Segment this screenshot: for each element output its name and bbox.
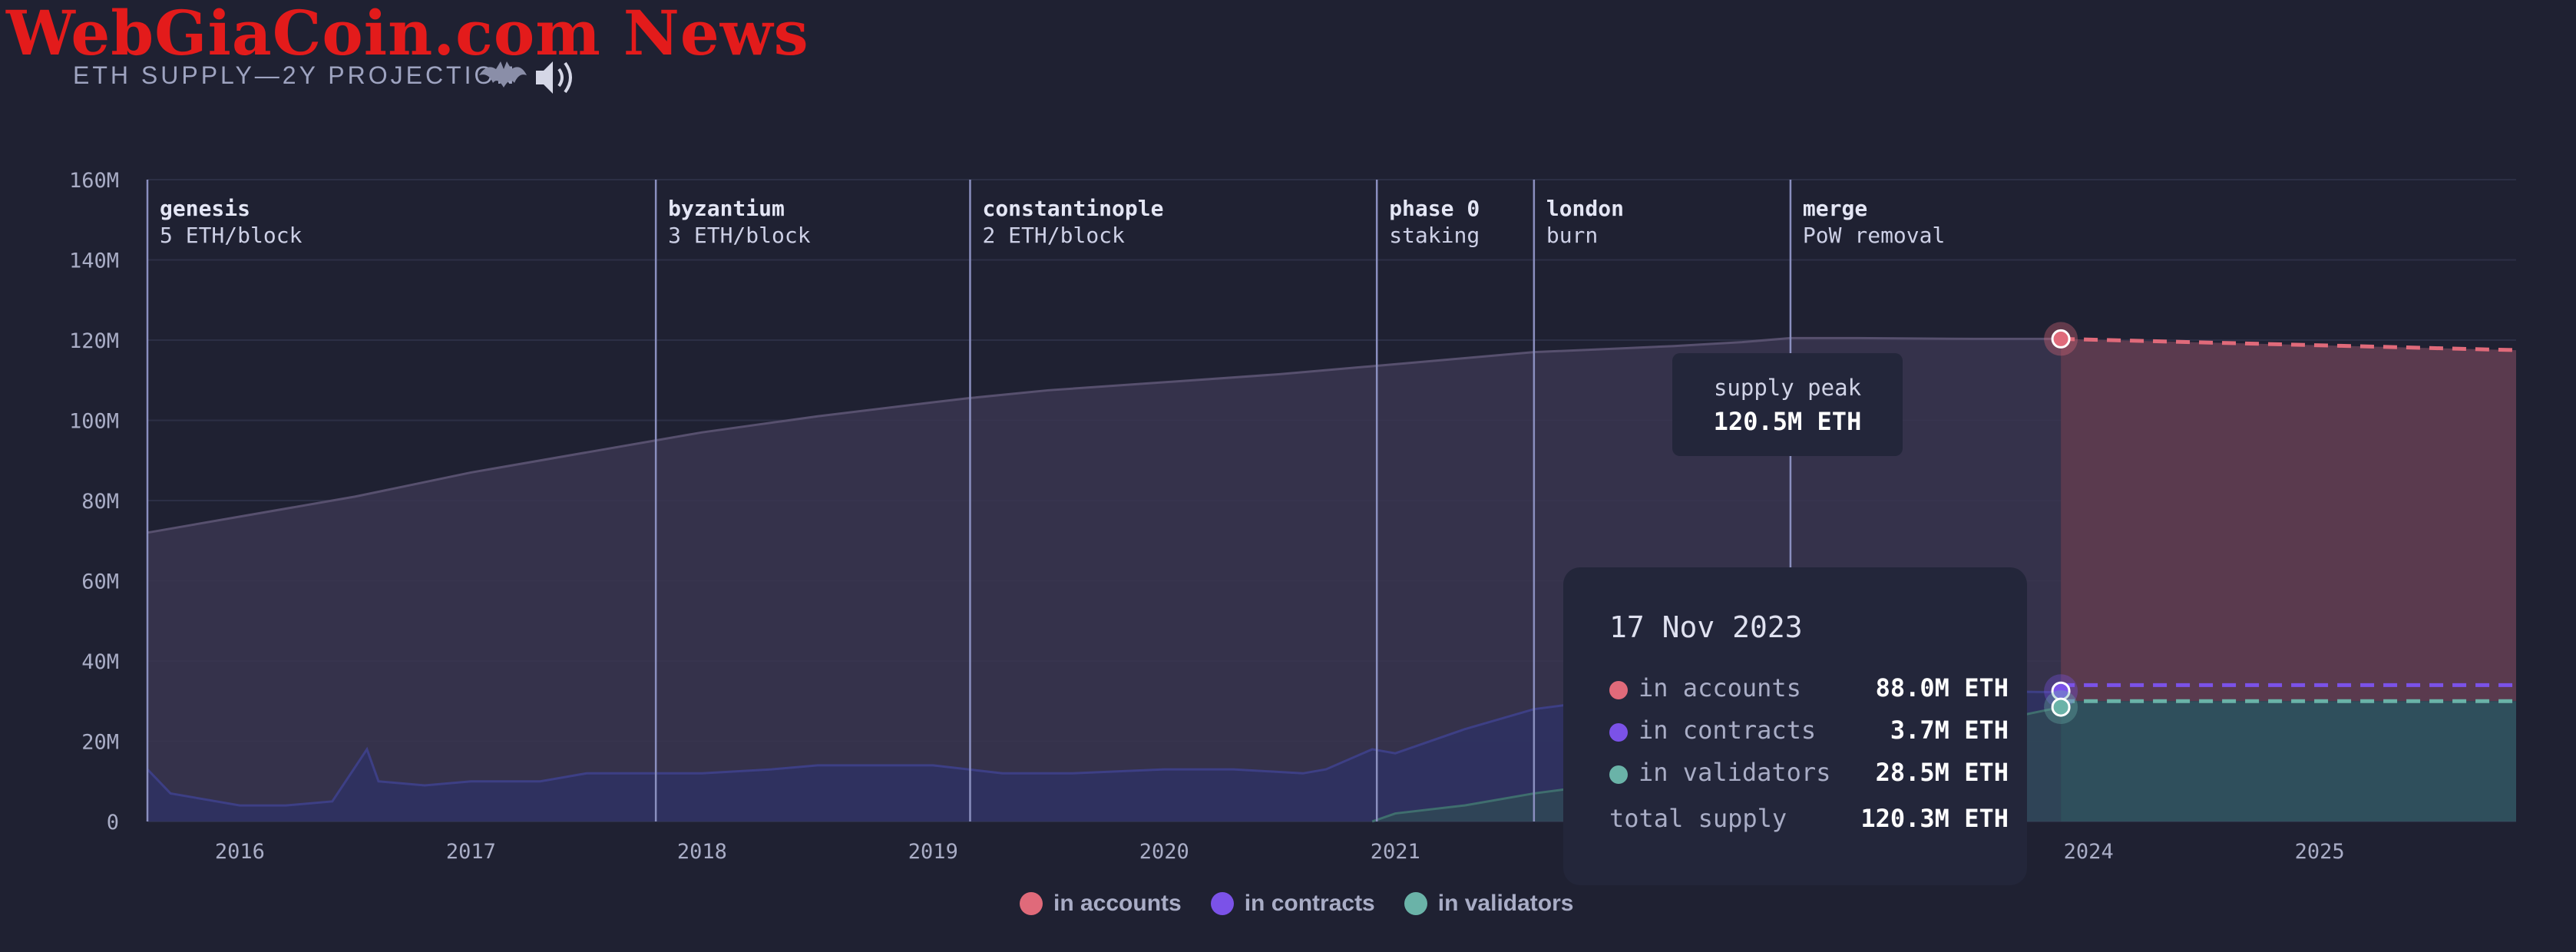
y-tick-label: 160M <box>69 169 119 193</box>
legend-label: in validators <box>1437 891 1574 916</box>
legend-label: in accounts <box>1053 891 1182 916</box>
era-subtitle: 2 ETH/block <box>982 223 1125 248</box>
tooltip-label: in validators <box>1639 758 1831 787</box>
y-tick-label: 40M <box>81 650 119 674</box>
y-tick-label: 20M <box>81 731 119 755</box>
contracts-dot-icon <box>1210 892 1234 915</box>
era-title: merge <box>1803 196 1867 221</box>
x-tick-label: 2017 <box>446 840 496 864</box>
tooltip-value: 28.5M ETH <box>1875 758 2009 787</box>
supply-peak-value: 120.5M ETH <box>1713 407 1862 436</box>
tooltip-label: in contracts <box>1639 716 1817 745</box>
x-tick-label: 2020 <box>1139 840 1189 864</box>
x-tick-label: 2018 <box>677 840 727 864</box>
tooltip-label: in accounts <box>1639 673 1801 702</box>
validators-dot-icon <box>1404 892 1427 915</box>
x-tick-label: 2019 <box>908 840 958 864</box>
accounts-dot-icon <box>1020 892 1043 915</box>
era-subtitle: PoW removal <box>1803 223 1945 248</box>
validators-dot-icon <box>1609 765 1628 784</box>
projection-accounts-area <box>2061 339 2516 702</box>
supply-peak-label: supply peak <box>1713 375 1862 401</box>
x-tick-label: 2021 <box>1371 840 1420 864</box>
tooltip-date: 17 Nov 2023 <box>1609 610 1803 644</box>
y-tick-label: 120M <box>69 329 119 353</box>
tooltip-row-contracts: in contracts 3.7M ETH <box>1609 716 2009 749</box>
legend-item-accounts[interactable]: in accounts <box>1020 891 1182 917</box>
legend-item-validators[interactable]: in validators <box>1404 891 1574 917</box>
y-tick-label: 0 <box>107 811 119 835</box>
era-subtitle: 3 ETH/block <box>668 223 811 248</box>
chart-area: genesis5 ETH/block byzantium3 ETH/block co… <box>69 169 2517 864</box>
y-tick-label: 80M <box>81 490 119 514</box>
era-subtitle: staking <box>1389 223 1480 248</box>
hover-tooltip: 17 Nov 2023 in accounts 88.0M ETH in con… <box>1563 567 2027 885</box>
accounts-dot-icon <box>1609 681 1628 699</box>
legend-item-contracts[interactable]: in contracts <box>1210 891 1375 917</box>
y-tick-label: 60M <box>81 570 119 594</box>
y-tick-label: 140M <box>69 250 119 273</box>
x-tick-label: 2016 <box>215 840 265 864</box>
tooltip-total-label: total supply <box>1609 804 1787 833</box>
legend-label: in contracts <box>1244 891 1375 916</box>
projection-validators-area <box>2061 701 2516 821</box>
current-point <box>2051 697 2071 717</box>
chart-legend: in accounts in contracts in validators <box>1020 891 1573 917</box>
tooltip-value: 3.7M ETH <box>1890 716 2009 745</box>
y-tick-label: 100M <box>69 410 119 434</box>
tooltip-row-validators: in validators 28.5M ETH <box>1609 758 2009 792</box>
era-title: london <box>1546 196 1624 221</box>
x-tick-label: 2025 <box>2295 840 2345 864</box>
tooltip-total-value: 120.3M ETH <box>1860 804 2009 833</box>
current-point <box>2051 329 2071 349</box>
era-title: genesis <box>160 196 250 221</box>
tooltip-row-accounts: in accounts 88.0M ETH <box>1609 673 2009 707</box>
era-title: constantinople <box>982 196 1163 221</box>
x-tick-label: 2024 <box>2064 840 2114 864</box>
era-subtitle: burn <box>1546 223 1598 248</box>
tooltip-value: 88.0M ETH <box>1875 673 2009 702</box>
era-subtitle: 5 ETH/block <box>160 223 303 248</box>
projection-lines <box>2061 336 2517 821</box>
contracts-dot-icon <box>1609 723 1628 742</box>
tooltip-row-total: total supply 120.3M ETH <box>1609 804 2009 838</box>
supply-peak-tooltip: supply peak 120.5M ETH <box>1672 353 1903 456</box>
era-title: phase 0 <box>1389 196 1480 221</box>
era-title: byzantium <box>668 196 785 221</box>
